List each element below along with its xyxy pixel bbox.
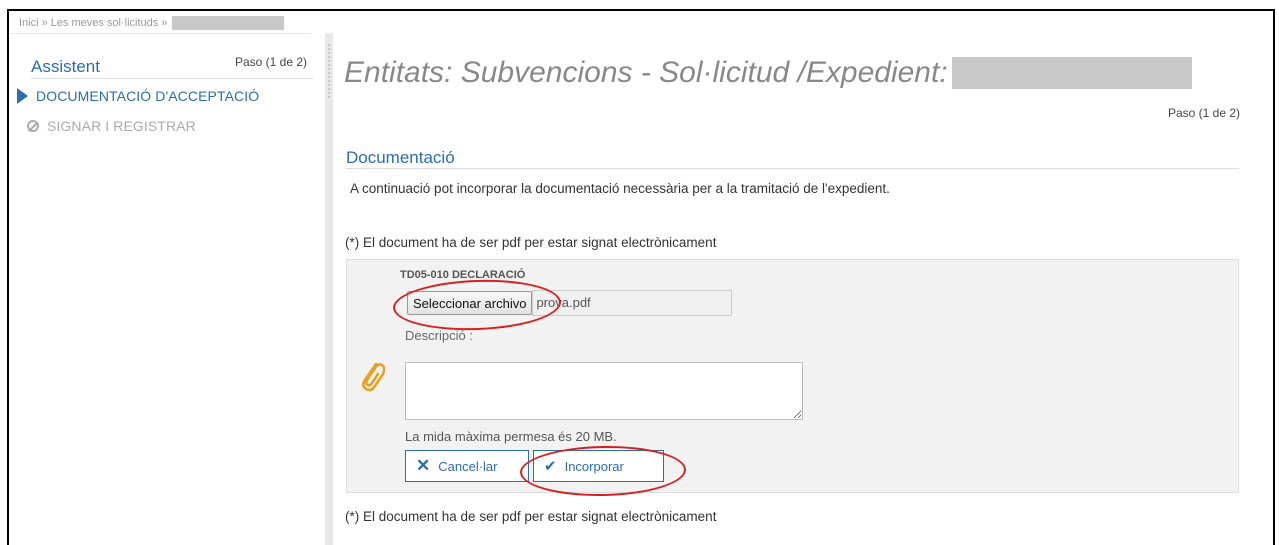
breadcrumb-home-link[interactable]: Inici: [19, 17, 39, 29]
paperclip-icon: [361, 362, 385, 392]
wizard-sidebar: Assistent Paso (1 de 2) DOCUMENTACIÓ D'A…: [9, 35, 325, 545]
file-picker: Seleccionar archivo prova.pdf: [407, 290, 733, 316]
step-indicator: Paso (1 de 2): [1167, 106, 1240, 120]
app-frame: Inici» Les meves sol·licituds» Assistent …: [7, 9, 1275, 545]
section-divider: [346, 168, 1239, 169]
redacted-breadcrumb: [172, 16, 285, 31]
page-title: Entitats: Subvencions - Sol·licitud /Exp…: [344, 56, 1192, 90]
ban-icon: [27, 120, 39, 132]
section-title: Documentació: [346, 148, 455, 167]
description-field[interactable]: [405, 362, 803, 420]
splitter-grip-icon[interactable]: [327, 43, 331, 99]
sidebar-step-indicator: Paso (1 de 2): [234, 55, 307, 69]
sidebar-title-divider: [31, 78, 313, 79]
breadcrumb-separator: »: [161, 17, 168, 29]
intro-text: A continuació pot incorporar la document…: [350, 181, 890, 196]
wizard-step-label: SIGNAR I REGISTRAR: [47, 118, 196, 134]
cancel-button[interactable]: ✕ Cancel·lar: [405, 450, 529, 482]
incorporate-button[interactable]: ✔ Incorporar: [533, 450, 664, 482]
breadcrumb-requests-link[interactable]: Les meves sol·licituds: [51, 17, 159, 29]
wizard-step-sign-register: SIGNAR I REGISTRAR: [27, 118, 196, 134]
document-name: TD05-010 DECLARACIÓ: [400, 269, 526, 281]
main-content: Entitats: Subvencions - Sol·licitud /Exp…: [344, 11, 1240, 545]
breadcrumb-divider: [9, 33, 311, 34]
pdf-note-bottom: (*) El document ha de ser pdf per estar …: [345, 509, 717, 524]
pdf-note: (*) El document ha de ser pdf per estar …: [345, 235, 717, 250]
select-file-button[interactable]: Seleccionar archivo: [407, 291, 533, 315]
incorporate-button-label: Incorporar: [564, 458, 624, 474]
description-label: Descripció :: [405, 328, 473, 343]
breadcrumb: Inici» Les meves sol·licituds»: [11, 13, 325, 33]
sidebar-title: Assistent: [31, 57, 100, 76]
selected-file-name: prova.pdf: [532, 290, 733, 316]
wizard-step-label: DOCUMENTACIÓ D'ACCEPTACIÓ: [36, 88, 260, 104]
wizard-step-documentation[interactable]: DOCUMENTACIÓ D'ACCEPTACIÓ: [17, 88, 259, 104]
upload-panel: TD05-010 DECLARACIÓ Seleccionar archivo …: [346, 259, 1239, 493]
max-size-note: La mida màxima permesa és 20 MB.: [405, 429, 617, 444]
cancel-button-label: Cancel·lar: [438, 458, 498, 474]
panel-splitter[interactable]: [325, 33, 333, 545]
x-icon: ✕: [416, 456, 431, 475]
page-title-text: Entitats: Subvencions - Sol·licitud /Exp…: [344, 56, 948, 89]
redacted-expedient-number: [951, 57, 1192, 89]
check-icon: ✔: [544, 458, 557, 475]
breadcrumb-separator: »: [41, 17, 48, 29]
triangle-right-icon: [17, 88, 28, 104]
